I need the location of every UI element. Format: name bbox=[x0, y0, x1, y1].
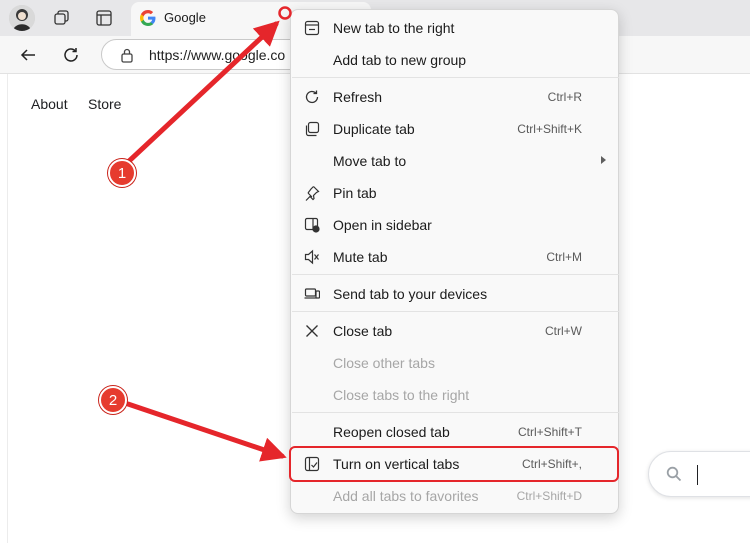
search-icon bbox=[666, 466, 682, 487]
highlight-box bbox=[289, 446, 619, 482]
devices-icon bbox=[303, 285, 321, 303]
step-badge-1: 1 bbox=[108, 159, 136, 187]
workspaces-icon[interactable] bbox=[50, 6, 74, 30]
profile-avatar[interactable] bbox=[9, 5, 35, 31]
new-tab-icon bbox=[303, 19, 321, 37]
menu-item-refresh[interactable]: Refresh Ctrl+R bbox=[291, 81, 618, 113]
menu-separator bbox=[292, 311, 619, 312]
sidebar-icon bbox=[303, 216, 321, 234]
close-icon bbox=[303, 322, 321, 340]
mute-icon bbox=[303, 248, 321, 266]
refresh-icon bbox=[303, 88, 321, 106]
address-url: https://www.google.co bbox=[149, 47, 286, 63]
duplicate-icon bbox=[303, 120, 321, 138]
lock-icon[interactable] bbox=[120, 47, 134, 68]
about-link[interactable]: About bbox=[31, 96, 68, 112]
back-button[interactable] bbox=[14, 42, 42, 68]
menu-item-add-tab-group[interactable]: Add tab to new group bbox=[291, 44, 618, 76]
tab-context-menu: New tab to the right Add tab to new grou… bbox=[290, 9, 619, 514]
menu-item-close-tabs-right[interactable]: Close tabs to the right bbox=[291, 379, 618, 411]
menu-item-duplicate-tab[interactable]: Duplicate tab Ctrl+Shift+K bbox=[291, 113, 618, 145]
menu-separator bbox=[292, 77, 619, 78]
menu-item-close-tab[interactable]: Close tab Ctrl+W bbox=[291, 315, 618, 347]
menu-separator bbox=[292, 412, 619, 413]
menu-separator bbox=[292, 274, 619, 275]
menu-item-move-tab[interactable]: Move tab to bbox=[291, 145, 618, 177]
text-caret bbox=[697, 465, 698, 485]
menu-item-send-tab[interactable]: Send tab to your devices bbox=[291, 278, 618, 310]
refresh-button[interactable] bbox=[57, 42, 85, 68]
store-link[interactable]: Store bbox=[88, 96, 121, 112]
tab-title: Google bbox=[164, 10, 206, 25]
step-badge-2: 2 bbox=[99, 386, 127, 414]
menu-item-open-sidebar[interactable]: Open in sidebar bbox=[291, 209, 618, 241]
menu-item-mute-tab[interactable]: Mute tab Ctrl+M bbox=[291, 241, 618, 273]
google-favicon-icon bbox=[140, 10, 156, 29]
google-search-box[interactable] bbox=[648, 451, 750, 497]
menu-item-close-other-tabs[interactable]: Close other tabs bbox=[291, 347, 618, 379]
tab-actions-icon[interactable] bbox=[92, 6, 116, 30]
refresh-icon bbox=[64, 48, 78, 62]
menu-item-pin-tab[interactable]: Pin tab bbox=[291, 177, 618, 209]
pin-icon bbox=[303, 184, 321, 202]
submenu-arrow-icon bbox=[601, 156, 606, 164]
menu-item-new-tab-right[interactable]: New tab to the right bbox=[291, 12, 618, 44]
menu-item-reopen-closed-tab[interactable]: Reopen closed tab Ctrl+Shift+T bbox=[291, 416, 618, 448]
back-arrow-icon bbox=[20, 49, 35, 61]
menu-item-add-all-favorites[interactable]: Add all tabs to favorites Ctrl+Shift+D bbox=[291, 480, 618, 512]
